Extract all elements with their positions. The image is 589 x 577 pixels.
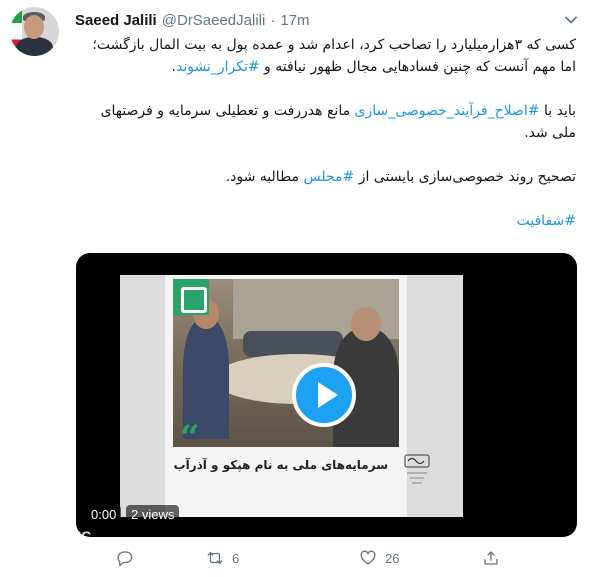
tweet-card[interactable]: Saeed Jalili @DrSaeedJalili · 17m کسی که… — [0, 0, 589, 577]
tweet-paragraph-1: کسی که ۳هزارمیلیارد را تصاحب کرد، اعدام … — [76, 34, 576, 78]
chevron-down-icon[interactable] — [564, 13, 578, 27]
watermark-text: YJC — [64, 528, 92, 544]
avatar-body — [16, 37, 53, 56]
separator-dot: · — [270, 11, 276, 29]
tweet-paragraph-3: تصحیح روند خصوصی‌سازی بایستی از #مجلس مط… — [76, 166, 576, 188]
paragraph-text: مطالبه شود. — [225, 169, 304, 185]
hashtag-link[interactable]: #شفافیت — [517, 213, 576, 229]
tweet-text: کسی که ۳هزارمیلیارد را تصاحب کرد، اعدام … — [76, 34, 576, 254]
retweet-button[interactable]: 6 — [206, 546, 239, 570]
tweet-header: Saeed Jalili @DrSaeedJalili · 17m — [75, 10, 310, 30]
reply-icon — [117, 551, 133, 567]
share-icon — [484, 551, 498, 565]
reply-button[interactable] — [116, 546, 142, 570]
avatar-face — [24, 15, 44, 39]
channel-logo-icon — [173, 279, 209, 315]
tweet-time[interactable]: 17m — [280, 12, 309, 29]
quote-mark-icon: “ — [180, 418, 200, 458]
hashtag-link[interactable]: #اصلاح_فرآیند_خصوصی_سازی — [355, 103, 540, 119]
author-handle[interactable]: @DrSaeedJalili — [162, 12, 266, 29]
like-icon — [360, 550, 376, 565]
video-player[interactable]: “ سرمایه‌های ملی به نام هپکو و آذرآب 0:0… — [76, 253, 577, 537]
share-button[interactable] — [482, 546, 508, 570]
play-icon[interactable] — [292, 363, 356, 427]
tweet-paragraph-2: باید با #اصلاح_فرآیند_خصوصی_سازی مانع هد… — [76, 100, 576, 144]
video-thumbnail-photo — [173, 279, 399, 447]
like-count: 26 — [385, 550, 400, 566]
watermark-logo-icon: ج — [24, 520, 40, 548]
hashtag-link[interactable]: #مجلس — [304, 169, 355, 185]
retweet-count: 6 — [232, 550, 240, 566]
retweet-icon — [207, 552, 223, 564]
photo-person-right-head — [351, 307, 381, 341]
avatar[interactable] — [10, 7, 59, 56]
paragraph-prefix: تصحیح روند خصوصی‌سازی بایستی از — [354, 169, 576, 185]
video-views: 2 views — [126, 505, 180, 525]
video-caption: سرمایه‌های ملی به نام هپکو و آذرآب — [173, 458, 388, 472]
paragraph-text: کسی که ۳هزارمیلیارد را تصاحب کرد، اعدام … — [92, 37, 576, 75]
like-button[interactable]: 26 — [359, 546, 399, 570]
tweet-actions: 6 26 — [76, 546, 576, 570]
author-name[interactable]: Saeed Jalili — [75, 12, 157, 29]
paragraph-prefix: باید با — [539, 103, 576, 119]
tweet-paragraph-4: #شفافیت — [76, 210, 576, 232]
calligraphy-seal-icon — [404, 454, 430, 484]
hashtag-link[interactable]: #تکرار_نشوند — [176, 59, 260, 75]
